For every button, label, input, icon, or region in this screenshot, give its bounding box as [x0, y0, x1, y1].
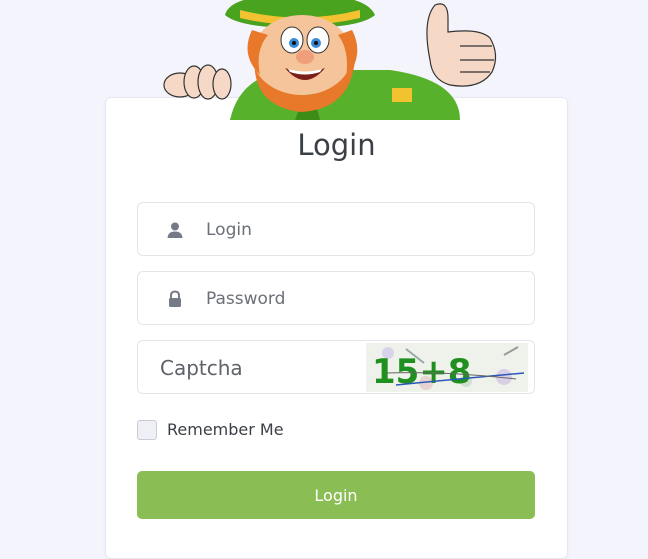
captcha-field-wrapper: 15+8 — [137, 340, 535, 395]
login-button[interactable]: Login — [137, 471, 535, 519]
captcha-text: 15+8 — [372, 352, 471, 392]
user-icon — [167, 222, 183, 238]
lock-icon — [169, 290, 181, 307]
captcha-input[interactable] — [158, 341, 362, 395]
leprechaun-mascot — [163, 0, 497, 120]
page-title: Login — [297, 128, 376, 162]
remember-me-checkbox[interactable] — [137, 420, 157, 440]
login-field-wrapper — [137, 202, 535, 257]
login-card: Login 15+8 Remember Me — [105, 97, 568, 559]
captcha-image: 15+8 — [366, 343, 528, 392]
login-input[interactable] — [204, 203, 508, 257]
password-field-wrapper — [137, 271, 535, 326]
password-input[interactable] — [204, 272, 508, 326]
remember-me-label: Remember Me — [167, 420, 284, 439]
